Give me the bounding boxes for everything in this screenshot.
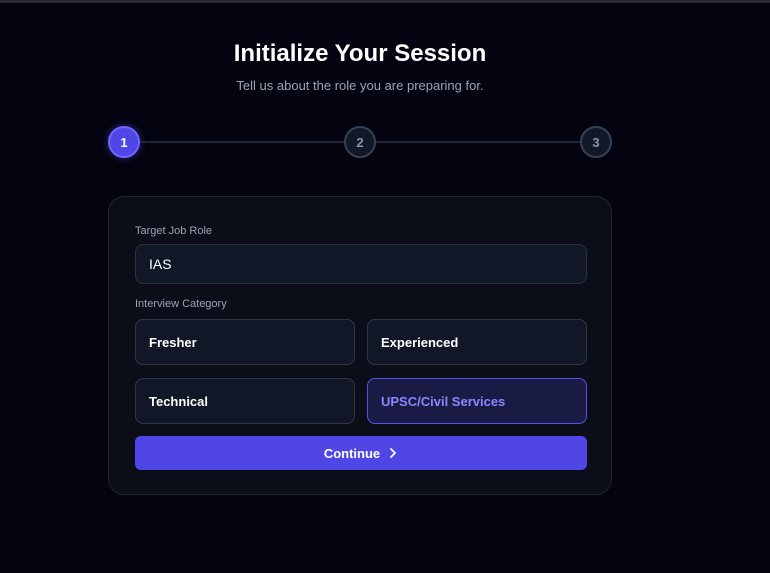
continue-button-label: Continue <box>323 445 381 461</box>
page-subtitle: Tell us about the role you are preparing… <box>236 78 484 93</box>
category-option-fresher[interactable]: Fresher <box>135 319 355 365</box>
step-1-indicator: 1 <box>108 126 140 158</box>
category-option-experienced[interactable]: Experienced <box>367 319 587 365</box>
step-connector-2 <box>375 141 582 143</box>
job-role-input[interactable] <box>135 244 587 284</box>
category-option-upsc-selected[interactable]: UPSC/Civil Services <box>367 378 587 424</box>
progress-stepper: 1 2 3 <box>108 126 612 158</box>
continue-button[interactable]: Continue <box>135 436 587 470</box>
interview-category-label: Interview Category <box>135 298 227 310</box>
category-option-technical[interactable]: Technical <box>135 378 355 424</box>
job-role-label: Target Job Role <box>135 225 213 237</box>
step-3-indicator: 3 <box>580 126 612 158</box>
page-title: Initialize Your Session <box>233 40 487 67</box>
window-top-bar <box>0 0 770 3</box>
step-2-indicator: 2 <box>344 126 376 158</box>
session-form-card: Target Job Role Interview Category Fresh… <box>108 196 612 495</box>
chevron-right-icon <box>388 447 398 459</box>
step-connector-1 <box>138 141 345 143</box>
